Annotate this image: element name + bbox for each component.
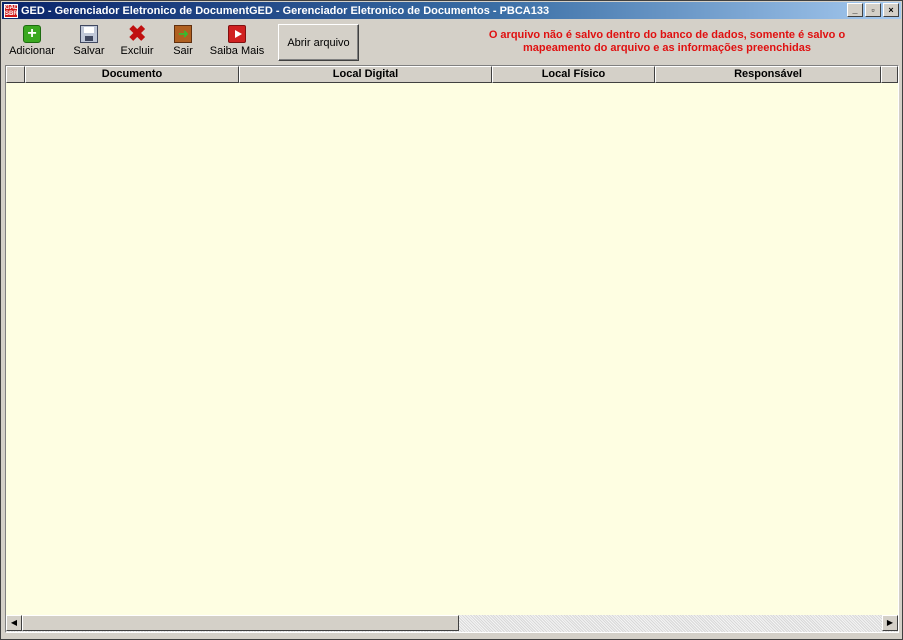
notice-line-2: mapeamento do arquivo e as informações p… <box>523 42 811 54</box>
horizontal-scrollbar[interactable]: ◀ ▶ <box>6 615 898 632</box>
scroll-right-arrow-icon[interactable]: ▶ <box>882 615 898 631</box>
open-file-button[interactable]: Abrir arquivo <box>278 24 359 61</box>
learn-more-label: Saiba Mais <box>209 45 265 57</box>
column-header-local-fisico[interactable]: Local Físico <box>492 66 655 83</box>
column-header-documento[interactable]: Documento <box>25 66 239 83</box>
delete-label: Excluir <box>120 45 154 57</box>
scrollbar-thumb[interactable] <box>22 615 459 631</box>
info-play-icon <box>228 25 246 43</box>
column-header-indicator[interactable] <box>6 66 25 83</box>
delete-icon: ✖ <box>128 21 147 46</box>
app-logo-icon: GAD SBR <box>4 3 18 18</box>
toolbar: + Adicionar Salvar ✖ Excluir Sair Saiba … <box>2 20 901 64</box>
column-header-local-digital[interactable]: Local Digital <box>239 66 492 83</box>
documents-grid[interactable]: Documento Local Digital Local Físico Res… <box>5 65 899 633</box>
save-button[interactable]: Salvar <box>69 23 109 63</box>
scroll-left-arrow-icon[interactable]: ◀ <box>6 615 22 631</box>
notice-line-1: O arquivo não é salvo dentro do banco de… <box>488 29 846 41</box>
window-title: GED - Gerenciador Eletronico de Document… <box>21 4 550 17</box>
minimize-button[interactable]: _ <box>847 3 863 17</box>
column-header-responsavel[interactable]: Responsável <box>655 66 881 83</box>
learn-more-button[interactable]: Saiba Mais <box>209 23 265 63</box>
add-button[interactable]: + Adicionar <box>7 23 57 63</box>
add-label: Adicionar <box>9 45 55 57</box>
save-label: Salvar <box>73 45 105 57</box>
exit-label: Sair <box>173 45 193 57</box>
column-header-filler <box>881 66 898 83</box>
title-bar[interactable]: GAD SBR GED - Gerenciador Eletronico de … <box>2 2 901 19</box>
grid-header: Documento Local Digital Local Físico Res… <box>6 66 898 83</box>
close-button[interactable]: × <box>883 3 899 17</box>
exit-icon <box>174 25 192 43</box>
add-icon: + <box>23 25 41 43</box>
exit-button[interactable]: Sair <box>169 23 197 63</box>
save-icon <box>80 25 98 43</box>
restore-button[interactable]: ▫ <box>865 3 881 17</box>
storage-notice: O arquivo não é salvo dentro do banco de… <box>462 29 872 55</box>
delete-button[interactable]: ✖ Excluir <box>115 23 159 63</box>
application-window: GAD SBR GED - Gerenciador Eletronico de … <box>0 0 903 640</box>
